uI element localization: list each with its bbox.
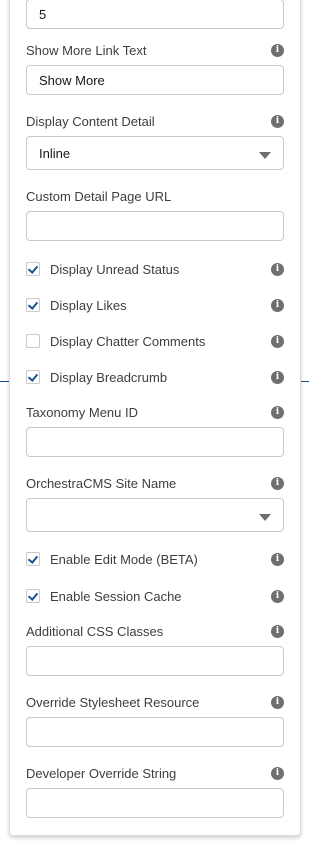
display-likes-label: Display Likes bbox=[50, 298, 127, 313]
checkmark-icon bbox=[27, 553, 39, 564]
taxonomy-menu-id-input[interactable] bbox=[26, 427, 284, 457]
custom-detail-page-url-label: Custom Detail Page URL bbox=[26, 189, 172, 204]
display-breadcrumb-row[interactable]: Display Breadcrumb i bbox=[26, 369, 284, 387]
info-icon[interactable]: i bbox=[271, 625, 284, 638]
override-stylesheet-resource-label: Override Stylesheet Resource bbox=[26, 695, 200, 710]
chevron-down-icon bbox=[259, 152, 271, 159]
taxonomy-menu-id-label: Taxonomy Menu ID bbox=[26, 405, 138, 420]
enable-edit-mode-checkbox[interactable] bbox=[26, 552, 40, 566]
display-likes-row[interactable]: Display Likes i bbox=[26, 297, 284, 315]
display-content-detail-label: Display Content Detail bbox=[26, 114, 155, 129]
enable-session-cache-row[interactable]: Enable Session Cache i bbox=[26, 588, 284, 606]
override-stylesheet-resource-label-row: Override Stylesheet Resource i bbox=[26, 694, 284, 712]
additional-css-classes-label: Additional CSS Classes bbox=[26, 624, 164, 639]
info-icon[interactable]: i bbox=[271, 696, 284, 709]
display-chatter-comments-label: Display Chatter Comments bbox=[50, 334, 206, 349]
display-likes-checkbox[interactable] bbox=[26, 298, 40, 312]
enable-edit-mode-row[interactable]: Enable Edit Mode (BETA) i bbox=[26, 551, 284, 569]
checkmark-icon bbox=[27, 299, 39, 310]
checkmark-icon bbox=[27, 263, 39, 274]
enable-session-cache-checkbox[interactable] bbox=[26, 589, 40, 603]
display-breadcrumb-label: Display Breadcrumb bbox=[50, 370, 168, 385]
info-icon[interactable]: i bbox=[271, 263, 284, 276]
info-icon[interactable]: i bbox=[271, 44, 284, 57]
display-breadcrumb-checkbox[interactable] bbox=[26, 370, 40, 384]
show-more-link-text-label-row: Show More Link Text i bbox=[26, 42, 284, 60]
developer-override-string-label: Developer Override String bbox=[26, 766, 177, 781]
info-icon[interactable]: i bbox=[271, 767, 284, 780]
chevron-down-icon bbox=[259, 514, 271, 521]
developer-override-string-input[interactable] bbox=[26, 788, 284, 818]
custom-detail-page-url-label-row: Custom Detail Page URL bbox=[26, 188, 284, 206]
show-more-link-text-label: Show More Link Text bbox=[26, 43, 147, 58]
display-chatter-comments-checkbox[interactable] bbox=[26, 334, 40, 348]
display-content-detail-select[interactable]: Inline bbox=[26, 136, 284, 170]
info-icon[interactable]: i bbox=[271, 299, 284, 312]
additional-css-classes-input[interactable] bbox=[26, 646, 284, 676]
taxonomy-menu-id-label-row: Taxonomy Menu ID i bbox=[26, 404, 284, 422]
orchestracms-site-name-label-row: OrchestraCMS Site Name i bbox=[26, 475, 284, 493]
orchestracms-site-name-select[interactable] bbox=[26, 498, 284, 532]
display-unread-status-label: Display Unread Status bbox=[50, 262, 180, 277]
display-content-detail-value: Inline bbox=[39, 146, 71, 161]
show-more-link-text-input[interactable]: Show More bbox=[26, 65, 284, 95]
orchestracms-site-name-label: OrchestraCMS Site Name bbox=[26, 476, 177, 491]
custom-detail-page-url-input[interactable] bbox=[26, 211, 284, 241]
info-icon[interactable]: i bbox=[271, 115, 284, 128]
info-icon[interactable]: i bbox=[271, 335, 284, 348]
display-chatter-comments-row[interactable]: Display Chatter Comments i bbox=[26, 333, 284, 351]
enable-edit-mode-label: Enable Edit Mode (BETA) bbox=[50, 552, 198, 567]
info-icon[interactable]: i bbox=[271, 371, 284, 384]
override-stylesheet-resource-input[interactable] bbox=[26, 717, 284, 747]
top-number-value: 5 bbox=[39, 7, 47, 22]
enable-session-cache-label: Enable Session Cache bbox=[50, 589, 182, 604]
info-icon[interactable]: i bbox=[271, 406, 284, 419]
additional-css-classes-label-row: Additional CSS Classes i bbox=[26, 623, 284, 641]
top-number-input[interactable]: 5 bbox=[26, 0, 284, 29]
info-icon[interactable]: i bbox=[271, 477, 284, 490]
checkmark-icon bbox=[27, 371, 39, 382]
show-more-link-text-value: Show More bbox=[39, 73, 105, 88]
info-icon[interactable]: i bbox=[271, 553, 284, 566]
checkmark-icon bbox=[27, 590, 39, 601]
display-content-detail-label-row: Display Content Detail i bbox=[26, 113, 284, 131]
properties-panel: 5 Show More Link Text i Show More Displa… bbox=[9, 0, 301, 836]
display-unread-status-checkbox[interactable] bbox=[26, 262, 40, 276]
developer-override-string-label-row: Developer Override String i bbox=[26, 765, 284, 783]
display-unread-status-row[interactable]: Display Unread Status i bbox=[26, 261, 284, 279]
info-icon[interactable]: i bbox=[271, 590, 284, 603]
